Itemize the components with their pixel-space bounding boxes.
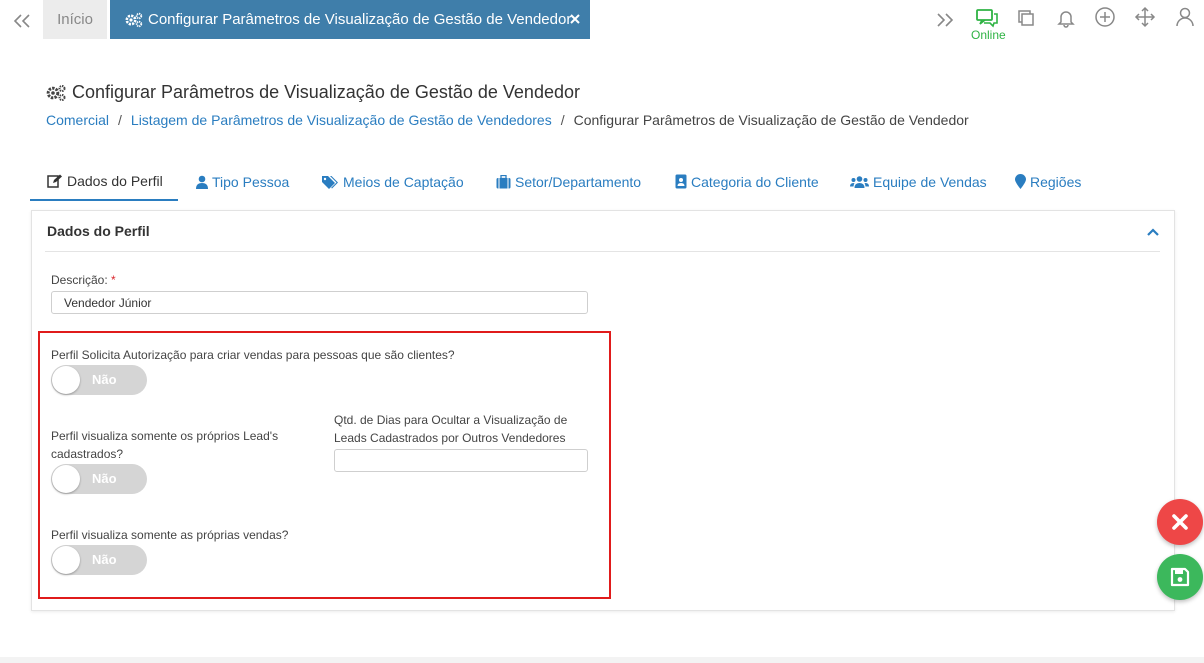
toggle-knob: [52, 546, 80, 574]
descricao-label-text: Descrição:: [51, 273, 108, 287]
briefcase-icon: [496, 174, 511, 188]
page-title: Configurar Parâmetros de Visualização de…: [45, 82, 580, 103]
tab-equipe-de-vendas[interactable]: Equipe de Vendas: [850, 162, 987, 201]
toggle-label: Não: [92, 552, 117, 567]
tab-dados-do-perfil[interactable]: Dados do Perfil: [30, 162, 178, 201]
tab-inicio[interactable]: Início: [43, 0, 107, 39]
tab-tipo-pessoa[interactable]: Tipo Pessoa: [196, 162, 289, 201]
map-marker-icon: [1015, 174, 1026, 189]
users-icon: [850, 175, 869, 188]
top-bar: Início Configurar Parâmetros de Visualiz…: [0, 0, 1204, 42]
chevron-up-icon[interactable]: [1146, 225, 1160, 239]
toggle-label: Não: [92, 471, 117, 486]
dias-label-line1: Qtd. de Dias para Ocultar a Visualização…: [334, 413, 568, 427]
bottom-strip: [0, 657, 1204, 663]
windows-icon[interactable]: [1014, 6, 1038, 30]
close-icon: [1172, 514, 1188, 530]
toggle-knob: [52, 465, 80, 493]
floppy-disk-icon: [1170, 567, 1190, 587]
breadcrumb-separator: /: [118, 112, 122, 128]
descricao-input[interactable]: Vendedor Júnior: [51, 291, 588, 314]
required-mark: *: [111, 273, 116, 287]
q2-label-line2: cadastrados?: [51, 447, 124, 461]
dias-label: Qtd. de Dias para Ocultar a Visualização…: [334, 411, 567, 447]
q2-toggle[interactable]: Não: [51, 464, 147, 494]
q3-label: Perfil visualiza somente as próprias ven…: [51, 528, 289, 542]
close-icon[interactable]: [568, 12, 582, 26]
gears-icon: [46, 84, 66, 101]
page-title-text: Configurar Parâmetros de Visualização de…: [72, 82, 580, 102]
id-badge-icon: [675, 174, 687, 189]
tab-configurar-parametros[interactable]: Configurar Parâmetros de Visualização de…: [110, 0, 590, 39]
user-icon: [196, 175, 208, 189]
bell-icon[interactable]: [1054, 6, 1078, 30]
tab-label: Tipo Pessoa: [212, 173, 290, 190]
user-icon[interactable]: [1173, 5, 1197, 29]
tab-label: Meios de Captação: [343, 173, 464, 190]
tab-label: Setor/Departamento: [515, 173, 642, 190]
online-status-label: Online: [971, 28, 1006, 42]
breadcrumb-separator: /: [560, 112, 565, 128]
gears-icon: [124, 12, 144, 28]
move-arrows-icon[interactable]: [1133, 5, 1157, 29]
card-divider: [45, 251, 1160, 252]
tab-setor-departamento[interactable]: Setor/Departamento: [496, 162, 641, 201]
breadcrumb-listagem[interactable]: Listagem de Parâmetros de Visualização d…: [131, 112, 552, 128]
breadcrumb-current: Configurar Parâmetros de Visualização de…: [573, 112, 969, 128]
tab-label: Regiões: [1030, 173, 1082, 190]
tab-regioes[interactable]: Regiões: [1015, 162, 1081, 201]
q1-toggle[interactable]: Não: [51, 365, 147, 395]
cancel-button[interactable]: [1157, 499, 1203, 545]
tab-label: Categoria do Cliente: [691, 173, 819, 190]
tags-icon: [322, 175, 338, 189]
dias-input[interactable]: [334, 449, 588, 472]
q3-toggle[interactable]: Não: [51, 545, 147, 575]
q2-label: Perfil visualiza somente os próprios Lea…: [51, 427, 278, 463]
descricao-label: Descrição: *: [51, 271, 116, 289]
plus-circle-icon[interactable]: [1093, 5, 1117, 29]
q2-label-line1: Perfil visualiza somente os próprios Lea…: [51, 429, 279, 443]
toggle-knob: [52, 366, 80, 394]
tab-meios-de-captacao[interactable]: Meios de Captação: [321, 162, 464, 201]
breadcrumb-comercial[interactable]: Comercial: [46, 112, 109, 128]
chat-icon[interactable]: [975, 6, 999, 30]
dias-label-line2: Leads Cadastrados por Outros Vendedores: [334, 431, 566, 445]
q1-label: Perfil Solicita Autorização para criar v…: [51, 348, 455, 362]
breadcrumb: Comercial / Listagem de Parâmetros de Vi…: [46, 112, 969, 128]
tab-categoria-do-cliente[interactable]: Categoria do Cliente: [675, 162, 819, 201]
edit-icon: [47, 174, 62, 188]
tab-label: Equipe de Vendas: [873, 173, 987, 190]
forward-double-chevron-icon[interactable]: [933, 8, 957, 32]
back-double-chevron-icon[interactable]: [8, 8, 36, 34]
profile-tabs: Dados do Perfil Tipo Pessoa Meios de Cap…: [30, 162, 1175, 202]
card-title: Dados do Perfil: [47, 223, 150, 239]
tab-label: Dados do Perfil: [67, 172, 163, 189]
tab-title: Configurar Parâmetros de Visualização de…: [148, 11, 572, 28]
toggle-label: Não: [92, 372, 117, 387]
save-button[interactable]: [1157, 554, 1203, 600]
